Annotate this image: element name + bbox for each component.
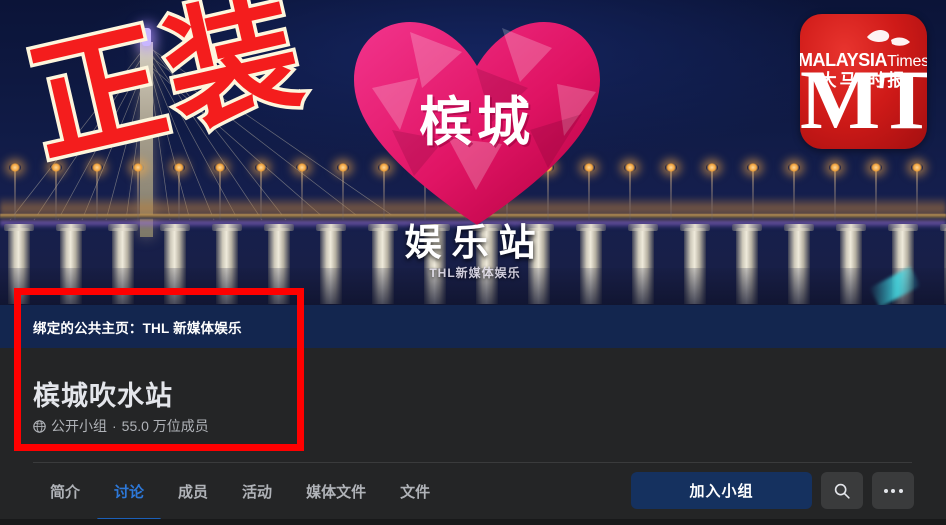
tab-files[interactable]: 文件 (383, 465, 447, 517)
tab-discussion[interactable]: 讨论 (97, 465, 162, 521)
street-lamp (132, 163, 144, 220)
group-page: 槟城 娱乐站 THL新媒体娱乐 正装 MT MALAYSIA Times 大马 … (0, 0, 946, 525)
cover-photo[interactable]: 槟城 娱乐站 THL新媒体娱乐 正装 MT MALAYSIA Times 大马 … (0, 0, 946, 305)
tab-members[interactable]: 成员 (161, 465, 225, 517)
more-options-button[interactable] (872, 472, 914, 509)
group-name: 槟城吹水站 (33, 381, 173, 411)
street-lamp (255, 163, 267, 220)
street-lamp (173, 163, 185, 220)
group-privacy: 公开小组 (51, 418, 107, 434)
street-lamp (788, 163, 800, 220)
search-button[interactable] (821, 472, 863, 509)
street-lamp (911, 163, 923, 220)
group-meta: 公开小组 · 55.0 万位成员 (33, 416, 209, 436)
street-lamp (296, 163, 308, 220)
heart-label: 槟城 (419, 94, 535, 152)
street-lamp (829, 163, 841, 220)
linked-page-label: 绑定的公共主页：THL 新媒体娱乐 (33, 320, 242, 336)
street-lamp (624, 163, 636, 220)
tab-list: 简介 讨论 成员 活动 媒体文件 文件 (33, 465, 447, 521)
search-icon (834, 483, 850, 499)
tab-about[interactable]: 简介 (33, 465, 97, 517)
street-lamp (706, 163, 718, 220)
street-lamp (214, 163, 226, 220)
group-header: 槟城吹水站 公开小组 · 55.0 万位成员 (0, 348, 946, 464)
street-lamp (747, 163, 759, 220)
cover-subtitle: 娱乐站 (404, 223, 546, 264)
logo-brand-chinese: 大马 时报 (819, 71, 908, 90)
street-lamp (9, 163, 21, 220)
street-lamp (665, 163, 677, 220)
street-lamp (870, 163, 882, 220)
linked-page-bar[interactable]: 绑定的公共主页：THL 新媒体娱乐 (0, 305, 946, 348)
ellipsis-icon (883, 488, 903, 493)
tab-media[interactable]: 媒体文件 (289, 465, 383, 517)
group-member-count: 55.0 万位成员 (121, 418, 209, 434)
heart-logo: 槟城 (352, 18, 602, 233)
malaysia-times-logo: MT MALAYSIA Times 大马 时报 (800, 14, 927, 149)
globe-icon (33, 419, 46, 433)
join-group-button[interactable]: 加入小组 (631, 472, 812, 509)
meta-separator: · (112, 418, 117, 434)
page-bottom-strip (0, 519, 946, 525)
header-divider (33, 462, 912, 463)
group-tab-bar: 简介 讨论 成员 活动 媒体文件 文件 加入小组 (0, 465, 946, 525)
header-actions: 加入小组 (631, 472, 914, 509)
street-lamp (91, 163, 103, 220)
cover-credit: THL新媒体娱乐 (429, 266, 521, 280)
tab-events[interactable]: 活动 (225, 465, 289, 517)
